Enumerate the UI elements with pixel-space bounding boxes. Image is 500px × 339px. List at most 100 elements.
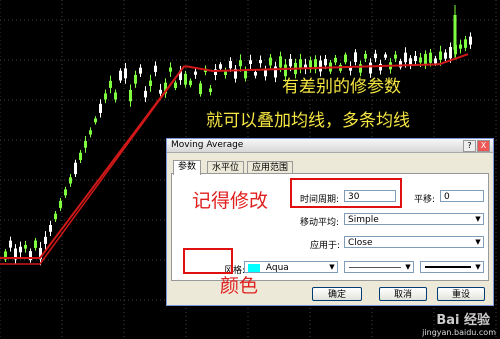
candle-body — [69, 177, 72, 184]
watermark-logo: Bai 经验 — [436, 313, 490, 328]
candle-body — [89, 130, 92, 135]
candle-body — [444, 52, 447, 59]
candle-body — [434, 58, 437, 64]
candle-body — [194, 71, 197, 75]
candle-body — [59, 200, 62, 208]
candle-body — [429, 52, 432, 63]
chevron-down-icon: ▼ — [405, 263, 411, 271]
ma-method-value: Simple — [348, 215, 379, 225]
chevron-down-icon: ▼ — [475, 263, 481, 271]
dialog-title: Moving Average — [171, 140, 244, 150]
line-style-select[interactable]: ▼ — [344, 261, 414, 273]
candle-body — [184, 73, 187, 85]
candle-body — [404, 52, 407, 63]
line-width-select[interactable]: ▼ — [420, 261, 484, 273]
candle-body — [249, 60, 252, 64]
candle-body — [289, 58, 292, 67]
apply-to-value: Close — [348, 238, 373, 248]
candle-body — [34, 240, 37, 248]
candle-body — [419, 57, 422, 63]
color-name: Aqua — [265, 263, 289, 273]
dialog-titlebar[interactable]: Moving Average ? X — [167, 139, 493, 153]
candle-body — [199, 83, 202, 95]
candle-body — [354, 52, 357, 62]
candle-body — [224, 71, 227, 76]
help-button[interactable]: ? — [463, 140, 476, 152]
reset-button[interactable]: 重设 — [437, 287, 485, 301]
candle-body — [469, 36, 472, 45]
candle-body — [114, 92, 117, 100]
color-select[interactable]: Aqua ▼ — [244, 261, 338, 273]
annotation-line-1: 有差别的修参数 — [282, 77, 401, 97]
ok-button[interactable]: 确定 — [312, 287, 362, 301]
candle-body — [274, 66, 277, 78]
line-style-preview — [349, 267, 401, 268]
candle-body — [174, 82, 177, 88]
moving-average-dialog: Moving Average ? X 参数 水平位 应用范围 时间周期: 30 … — [166, 138, 494, 306]
candle-body — [453, 15, 457, 50]
candle-body — [189, 80, 192, 86]
candle-body — [379, 63, 382, 71]
candle-body — [49, 225, 52, 232]
candle-body — [209, 88, 212, 93]
candle-body — [154, 65, 157, 72]
candle-body — [239, 60, 242, 67]
chevron-down-icon: ▼ — [329, 263, 335, 271]
candle-body — [129, 89, 132, 102]
cancel-button[interactable]: 取消 — [379, 287, 427, 301]
candle-body — [159, 89, 162, 94]
candle-body — [299, 59, 302, 68]
candle-body — [104, 93, 107, 100]
ma-method-label: 移动平均: — [300, 218, 340, 228]
candle-body — [324, 58, 327, 66]
candle-body — [44, 236, 47, 244]
candle-body — [79, 152, 82, 161]
candle-body — [229, 60, 232, 69]
candle-body — [219, 64, 222, 69]
candle-body — [124, 68, 127, 79]
candle-body — [334, 57, 337, 63]
candle-body — [374, 53, 377, 59]
candle-body — [19, 246, 22, 253]
candle-body — [344, 54, 347, 63]
candle-body — [449, 46, 452, 59]
candle-body — [94, 118, 97, 123]
candle-body — [144, 90, 147, 98]
apply-to-select[interactable]: Close ▼ — [344, 236, 484, 248]
candle-body — [264, 69, 267, 77]
candle-body — [254, 71, 257, 76]
candle-body — [269, 57, 272, 66]
candle-body — [149, 80, 152, 86]
chevron-down-icon: ▼ — [475, 238, 481, 246]
candle-body — [54, 213, 57, 220]
candle-body — [9, 240, 12, 248]
candle-body — [119, 70, 122, 81]
candle-body — [24, 244, 27, 249]
candle-body — [439, 51, 442, 60]
candle-body — [414, 55, 417, 62]
shift-input[interactable]: 0 — [440, 190, 484, 202]
candle-body — [394, 54, 397, 59]
highlight-period-box — [290, 178, 402, 208]
chevron-down-icon: ▼ — [475, 215, 481, 223]
close-button[interactable]: X — [477, 140, 490, 152]
candle-body — [319, 60, 322, 72]
tab-parameters[interactable]: 参数 — [173, 160, 202, 175]
candle-body — [109, 80, 112, 88]
candle-body — [384, 54, 387, 58]
watermark-url: jingyan.baidu.com — [422, 328, 496, 337]
annotation-color: 颜色 — [220, 275, 259, 297]
line-width-preview — [425, 266, 471, 268]
annotation-modify: 记得修改 — [192, 190, 269, 212]
candle-body — [139, 67, 142, 74]
candle-body — [364, 54, 367, 59]
candle-body — [64, 189, 67, 196]
candle-body — [134, 74, 137, 84]
ma-method-select[interactable]: Simple ▼ — [344, 213, 484, 225]
shift-label: 平移: — [414, 195, 436, 205]
candle-body — [99, 103, 102, 113]
candle-body — [464, 39, 467, 48]
candle-body — [259, 59, 262, 64]
candle-body — [84, 141, 87, 148]
candle-body — [279, 56, 282, 68]
